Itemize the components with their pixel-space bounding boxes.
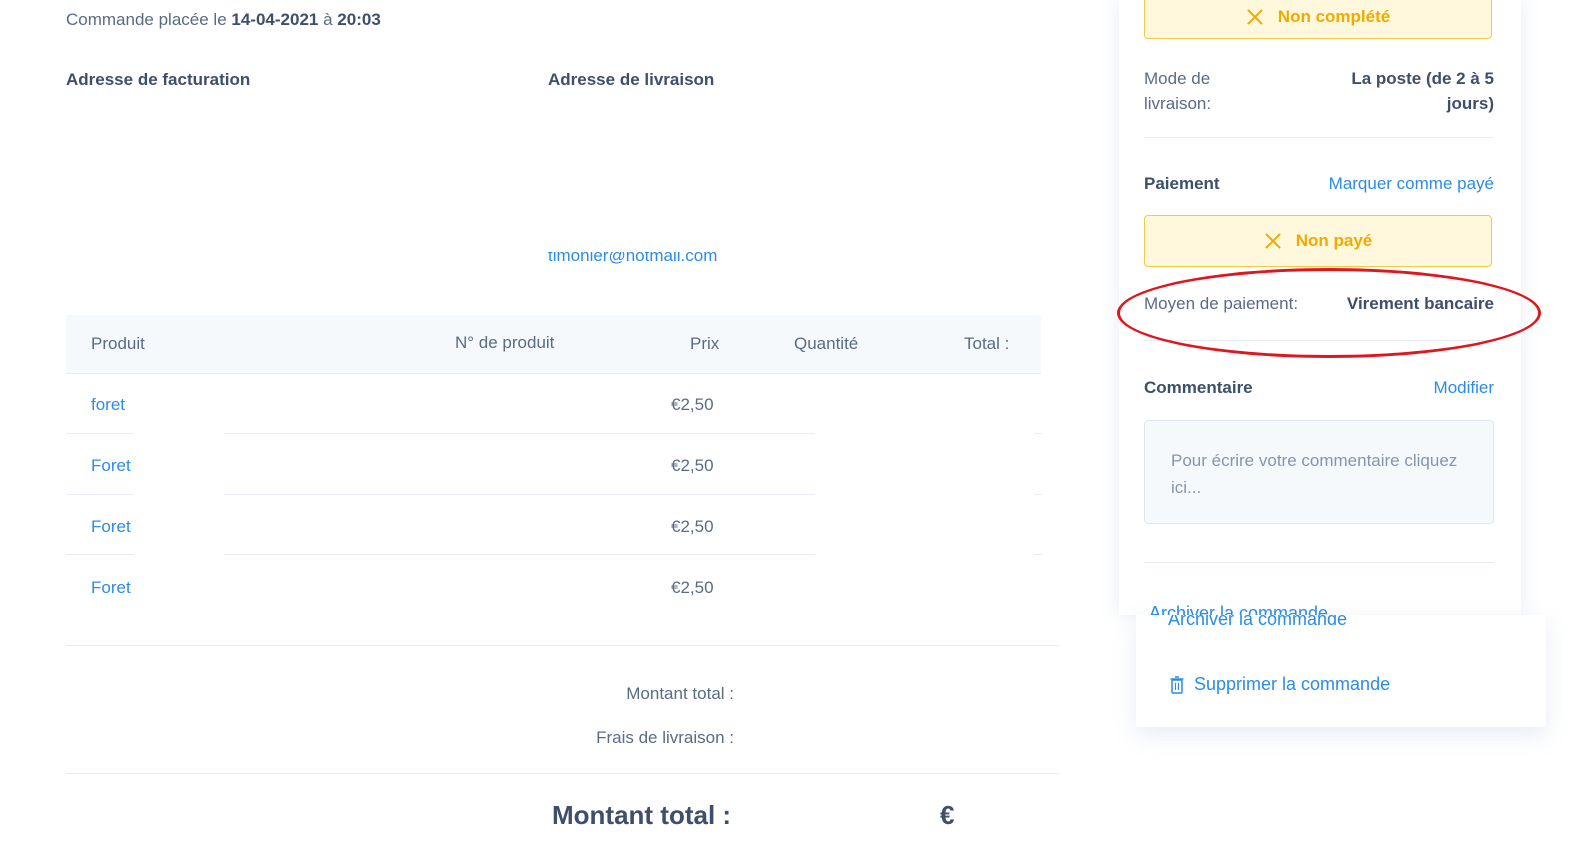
th-total: Total : [964,334,1010,353]
grand-total-value: € [940,800,955,830]
shipping-fee-label: Frais de livraison : [596,728,734,747]
billing-address-title: Adresse de facturation [66,70,251,89]
product-price: €2,50 [671,517,714,536]
archive-order-text[interactable]: Archiver la commande [1149,603,1328,615]
order-side-panel: Non complété Mode de livraison: La poste… [1119,0,1521,615]
shipping-address-title: Adresse de livraison [548,70,715,89]
order-actions-panel: Archiver la commande Supprimer la comman… [1136,615,1546,727]
th-product: Produit [91,334,145,353]
product-link[interactable]: Foret [91,578,131,598]
payment-status-badge: Non payé [1144,215,1492,267]
order-placed-text: Commande placée le 14-04-2021 à 20:03 [66,10,381,30]
order-date: 14-04-2021 [231,10,319,29]
archive-order-link[interactable]: Archiver la commande [1149,603,1449,615]
payment-method-label: Moyen de paiement: [1144,294,1299,313]
row-divider [224,433,815,434]
order-time: 20:03 [337,10,381,29]
grand-total-label: Montant total : [552,800,732,830]
table-bottom-divider [66,645,1059,646]
product-link[interactable]: foret [91,395,125,415]
archive-order-link-duplicate[interactable]: Archiver la commande [1168,615,1468,629]
panel-divider [1144,562,1494,563]
archive-order-text-duplicate[interactable]: Archiver la commande [1168,615,1347,629]
order-status-text: Non complété [1277,6,1391,26]
product-link[interactable]: Foret [91,517,131,537]
customer-email[interactable]: timonier@hotmail.com [548,252,717,266]
row-divider [224,554,815,555]
row-divider [1034,494,1042,495]
panel-divider [1144,137,1494,138]
product-price: €2,50 [671,395,714,414]
edit-comment-link[interactable]: Modifier [1394,378,1494,398]
order-status-badge: Non complété [1144,0,1492,39]
summary-divider [66,773,1059,774]
order-at: à [323,10,333,29]
product-price: €2,50 [671,456,714,475]
comment-input[interactable]: Pour écrire votre commentaire cliquez ic… [1144,420,1494,524]
customer-email-link[interactable]: timonier@hotmail.com [548,252,748,268]
row-divider [1034,554,1042,555]
delete-order-link[interactable]: Supprimer la commande [1170,674,1390,695]
subtotal-label: Montant total : [626,684,734,703]
payment-status-text: Non payé [1295,231,1373,250]
order-placed-prefix: Commande placée le [66,10,227,29]
delivery-mode-value: La poste (de 2 à 5 jours) [1351,69,1494,113]
close-icon [1264,232,1282,250]
th-quantity: Quantité [794,334,859,353]
panel-divider [1144,340,1494,341]
products-table-header: Produit N° de produit Prix Quantité Tota… [66,315,1041,374]
product-link[interactable]: Foret [91,456,131,476]
row-divider [1034,433,1042,434]
row-divider [66,433,134,434]
row-divider [66,554,134,555]
close-icon [1246,8,1264,26]
delete-order-text[interactable]: Supprimer la commande [1194,674,1390,695]
th-product-number: N° de produit [455,333,555,352]
trash-icon [1170,675,1184,694]
payment-method-value: Virement bancaire [1346,294,1494,313]
delivery-mode-label: Mode de livraison: [1144,69,1212,113]
payment-title: Paiement [1144,174,1220,193]
th-price: Prix [690,334,720,353]
mark-as-paid-link[interactable]: Marquer comme payé [1294,174,1494,194]
product-price: €2,50 [671,578,714,597]
comment-title: Commentaire [1144,378,1253,397]
row-divider [224,494,815,495]
row-divider [66,494,134,495]
